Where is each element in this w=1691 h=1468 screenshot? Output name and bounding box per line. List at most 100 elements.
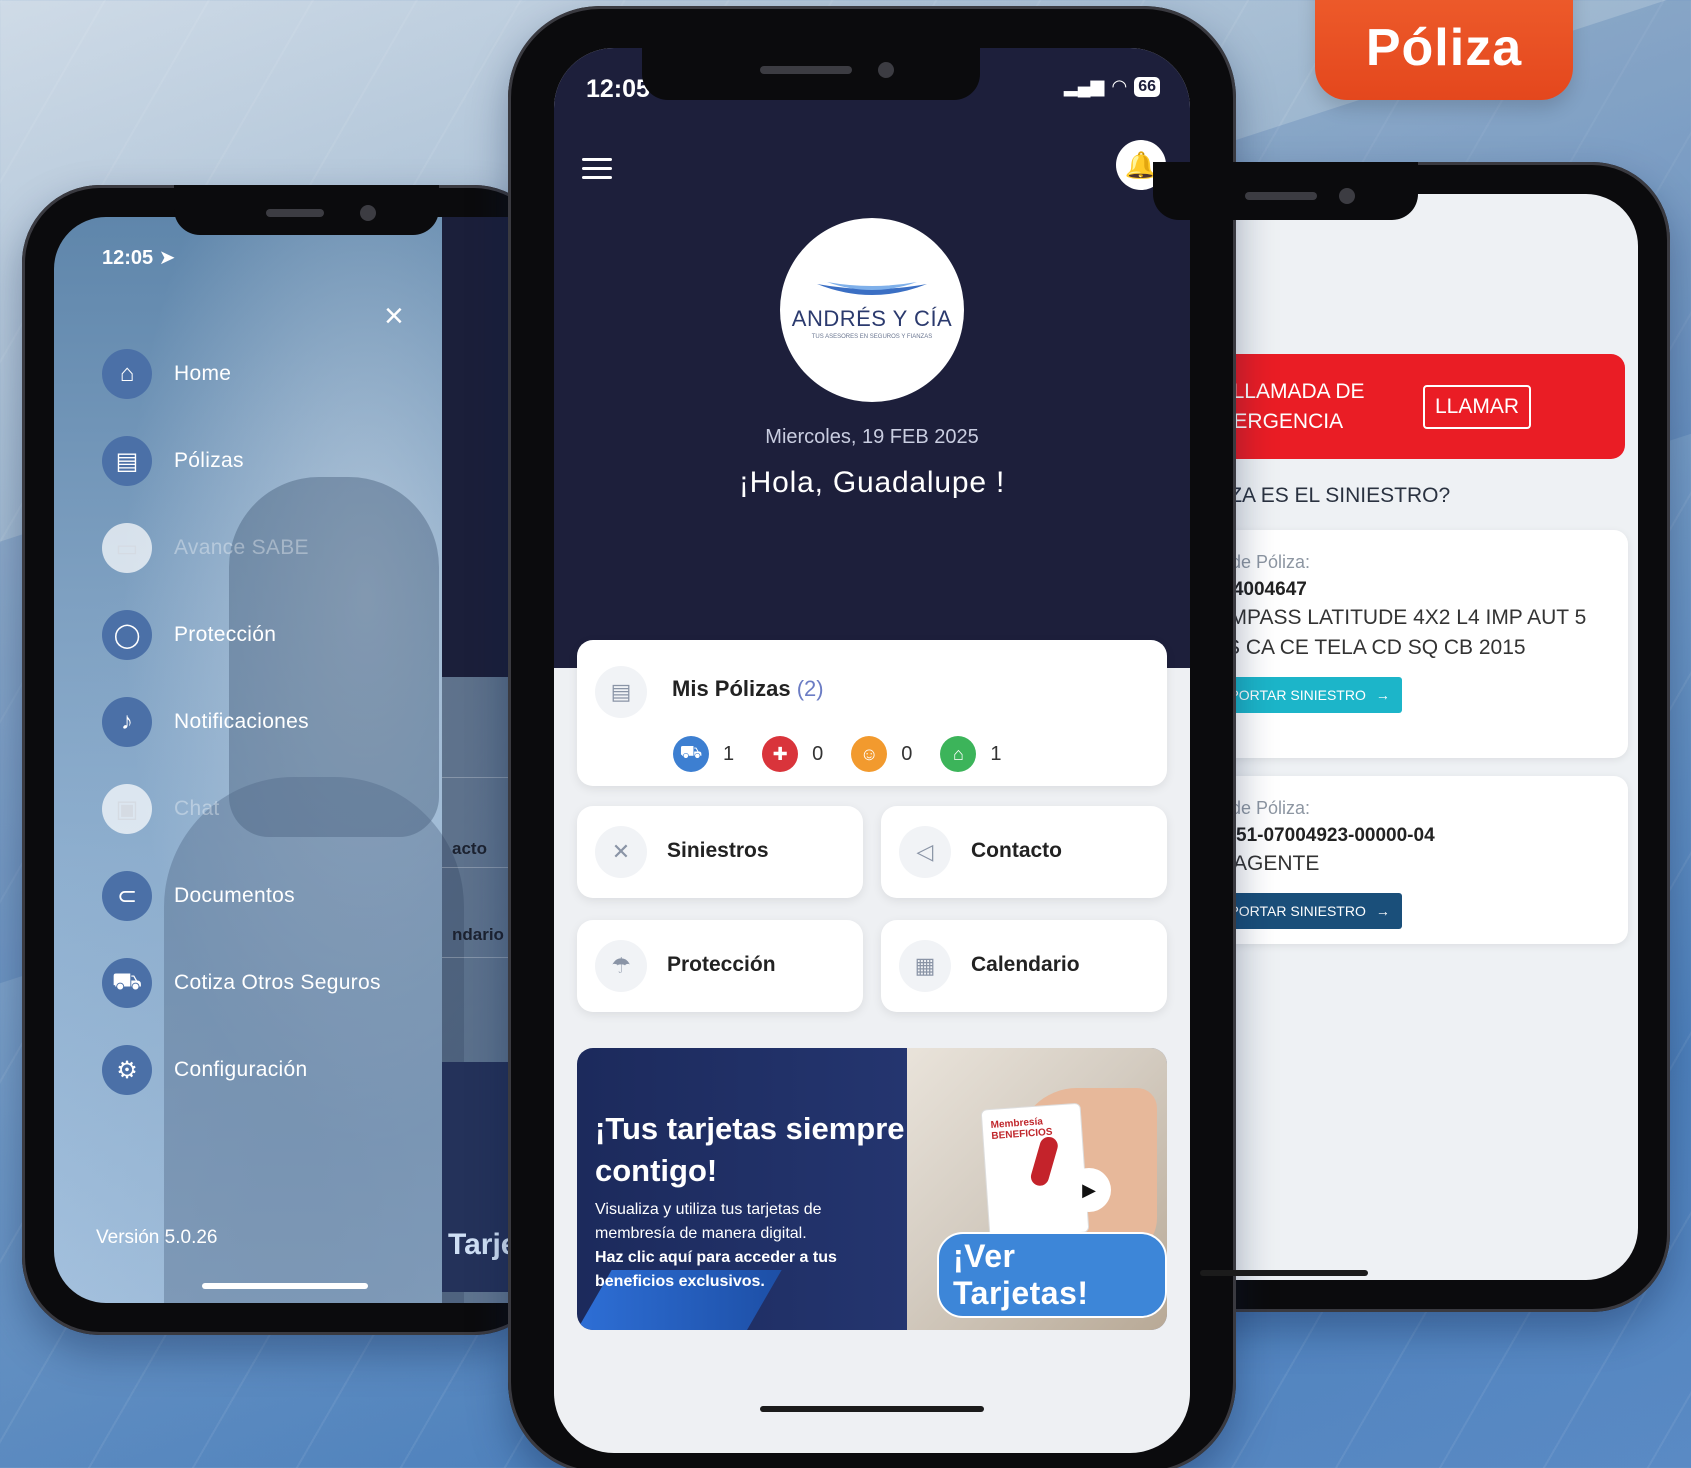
menu-item-label: Cotiza Otros Seguros xyxy=(174,971,381,994)
menu-item-configuracion[interactable]: ⚙ Configuración xyxy=(102,1043,307,1097)
my-policies-title: Mis Pólizas (2) xyxy=(672,676,824,702)
clip-icon: ⊂ xyxy=(102,871,152,921)
policy-number-label: No. de Póliza: xyxy=(1198,552,1311,572)
menu-item-label: Protección xyxy=(174,623,277,646)
cart-icon: ⛟ xyxy=(102,958,152,1008)
view-cards-button[interactable]: ¡Ver Tarjetas! xyxy=(937,1232,1167,1318)
tile-calendario[interactable]: ▦ Calendario xyxy=(881,920,1167,1012)
menu-item-polizas[interactable]: ▤ Pólizas xyxy=(102,434,244,488)
speaker-grille xyxy=(760,66,852,74)
promo-membership-card: Membresía BENEFICIOS xyxy=(980,1102,1090,1240)
camera-dot xyxy=(878,62,894,78)
camera-dot xyxy=(1339,188,1355,204)
life-policy-count: 0 xyxy=(901,742,913,765)
policy-description: RC AGENTE xyxy=(1198,852,1320,875)
car-icon: ⛟ xyxy=(673,736,709,772)
phone-notch xyxy=(642,48,980,100)
policy-document-icon: ▤ xyxy=(595,666,647,718)
drawer-screen: acto ndario Tarjetas 12:05 ➤ ▂▄▆ ◠ × ⌂ H… xyxy=(54,217,574,1303)
tile-siniestros[interactable]: ✕ Siniestros xyxy=(577,806,863,898)
chat-icon: ▣ xyxy=(102,784,152,834)
greeting: ¡Hola, Guadalupe ! xyxy=(738,466,1006,499)
my-policies-count: (2) xyxy=(796,676,824,701)
menu-item-label: Home xyxy=(174,362,232,385)
menu-item-notificaciones[interactable]: ♪ Notificaciones xyxy=(102,695,309,749)
menu-item-label: Configuración xyxy=(174,1058,308,1081)
person-icon: ☺ xyxy=(851,736,888,772)
awareness-ribbon-icon xyxy=(1028,1134,1060,1188)
tile-label: Contacto xyxy=(971,839,1062,862)
current-date: Miercoles, 19 FEB 2025 xyxy=(765,426,979,448)
membership-cards-banner[interactable]: Membresía BENEFICIOS ¡Tus tarjetas siemp… xyxy=(577,1048,1167,1330)
shield-ring-icon: ◯ xyxy=(102,610,152,660)
app-brand-badge: Póliza xyxy=(1315,0,1573,100)
camera-dot xyxy=(360,205,376,221)
menu-item-cotiza[interactable]: ⛟ Cotiza Otros Seguros xyxy=(102,956,381,1010)
tile-proteccion[interactable]: ☂ Protección xyxy=(577,920,863,1012)
house-icon: ⌂ xyxy=(940,736,977,772)
home-icon: ⌂ xyxy=(102,349,152,399)
document-icon: ▤ xyxy=(102,436,152,486)
tile-contacto[interactable]: ◁ Contacto xyxy=(881,806,1167,898)
calendar-icon: ▦ xyxy=(899,940,951,992)
home-indicator[interactable] xyxy=(760,1406,984,1412)
phone-menu-drawer: acto ndario Tarjetas 12:05 ➤ ▂▄▆ ◠ × ⌂ H… xyxy=(22,185,574,1335)
menu-item-label: Documentos xyxy=(174,884,295,907)
photo-parent-silhouette xyxy=(164,777,464,1303)
home-indicator[interactable] xyxy=(1200,1270,1368,1276)
menu-item-proteccion[interactable]: ◯ Protección xyxy=(102,608,276,662)
bell-icon: ♪ xyxy=(102,697,152,747)
tile-label: Protección xyxy=(667,953,776,976)
policy-card-body: No. de Póliza: 01-051-07004923-00000-04 … xyxy=(1198,798,1608,929)
brand-badge-text: Póliza xyxy=(1365,19,1523,77)
promo-title: ¡Tus tarjetas siempre contigo! xyxy=(595,1111,905,1188)
tile-label: Calendario xyxy=(971,953,1080,976)
call-button[interactable]: LLAMAR xyxy=(1423,384,1532,429)
phone-notch xyxy=(1153,162,1418,220)
close-icon[interactable]: × xyxy=(384,297,404,336)
my-policies-card[interactable]: ▤ Mis Pólizas (2) ⛟ 1 ✚ 0 ☺ 0 ⌂ 1 xyxy=(577,640,1167,786)
menu-item-home[interactable]: ⌂ Home xyxy=(102,347,231,401)
promo-card-text: Membresía BENEFICIOS xyxy=(990,1116,1053,1142)
car-policy-count: 1 xyxy=(723,742,735,765)
home-indicator[interactable] xyxy=(202,1283,368,1289)
play-icon[interactable]: ▶ xyxy=(1067,1168,1111,1212)
menu-item-documentos[interactable]: ⊂ Documentos xyxy=(102,869,295,923)
status-time: 12:05 ➤ xyxy=(102,247,176,269)
logo-tagline: TUS ASESORES EN SEGUROS Y FIANZAS xyxy=(811,334,933,340)
home-screen: 12:05 ➤ ▂▄▆ ◠ 66 🔔 ANDRÉS Y CÍA TUS ASES… xyxy=(554,48,1190,1453)
promo-subtitle-bold: Haz clic aquí para acceder a tus benefic… xyxy=(595,1249,837,1290)
logo-company-name: ANDRÉS Y CÍA xyxy=(791,306,953,331)
app-version: Versión 5.0.26 xyxy=(96,1227,218,1248)
policy-card-body: No. de Póliza: C644004647 COMPASS LATITU… xyxy=(1198,552,1608,713)
phone-home-screen: 12:05 ➤ ▂▄▆ ◠ 66 🔔 ANDRÉS Y CÍA TUS ASES… xyxy=(508,6,1236,1468)
menu-item-label: Notificaciones xyxy=(174,710,309,733)
signal-icon: ▂▄▆ xyxy=(1063,76,1105,96)
promo-subtitle: Visualiza y utiliza tus tarjetas de memb… xyxy=(595,1201,822,1242)
phone-notch xyxy=(174,185,439,235)
peek-calendario-label: ndario xyxy=(452,925,504,944)
gear-icon: ⚙ xyxy=(102,1045,152,1095)
tile-label: Siniestros xyxy=(667,839,769,862)
speaker-grille xyxy=(1245,192,1317,200)
company-logo: ANDRÉS Y CÍA TUS ASESORES EN SEGUROS Y F… xyxy=(780,218,964,402)
status-time-value: 12:05 xyxy=(102,247,154,269)
logo-wing-icon xyxy=(817,282,927,295)
menu-item-avance-sabe[interactable]: ▭ Avance SABE xyxy=(102,521,309,575)
home-policy-count: 1 xyxy=(990,742,1002,765)
wifi-icon: ◠ xyxy=(1112,76,1127,96)
arrow-right-icon: → xyxy=(1375,903,1390,919)
policy-number: 01-051-07004923-00000-04 xyxy=(1198,825,1435,846)
megaphone-icon: ◁ xyxy=(899,826,951,878)
menu-item-chat[interactable]: ▣ Chat xyxy=(102,782,220,836)
policy-type-summary: ⛟ 1 ✚ 0 ☺ 0 ⌂ 1 xyxy=(673,736,1016,772)
policy-number-label: No. de Póliza: xyxy=(1198,798,1311,818)
policy-number: C644004647 xyxy=(1198,579,1307,600)
hamburger-menu-icon[interactable] xyxy=(582,158,612,185)
arrow-right-icon: → xyxy=(1375,687,1390,703)
peek-contacto-label: acto xyxy=(452,839,487,858)
umbrella-icon: ☂ xyxy=(595,940,647,992)
card-icon: ▭ xyxy=(102,523,152,573)
medical-policy-count: 0 xyxy=(812,742,824,765)
bandage-icon: ✕ xyxy=(595,826,647,878)
